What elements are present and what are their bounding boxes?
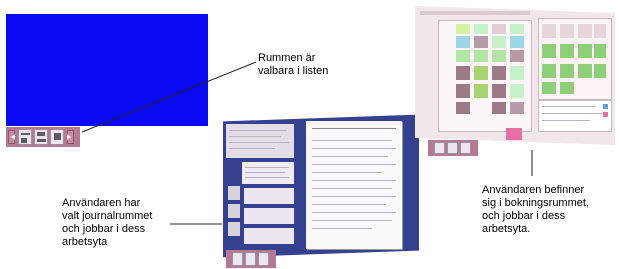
booking-caption: Användaren befinner sig i bokningsrummet…	[482, 184, 589, 236]
booking-caption-line: sig i bokningsrummet,	[482, 197, 589, 209]
journal-caption-line: valt journalrummet	[62, 210, 153, 222]
rooms-caption-line: Rummen är	[258, 52, 316, 64]
rooms-callout-line	[81, 61, 257, 133]
rooms-caption-line: valbara i listen	[258, 65, 329, 77]
journal-caption-line: Användaren har	[62, 197, 141, 209]
booking-caption-line: Användaren befinner	[482, 184, 585, 196]
journal-caption-line: och jobbar i dess	[62, 223, 146, 235]
booking-caption-line: och jobbar i dess	[482, 210, 566, 222]
booking-caption-line: arbetsyta.	[482, 223, 531, 235]
journal-caption-line: arbetsyta	[62, 236, 108, 248]
rooms-caption: Rummen är valbara i listen	[258, 52, 328, 78]
journal-caption: Användaren har valt journalrummet och jo…	[62, 197, 152, 249]
